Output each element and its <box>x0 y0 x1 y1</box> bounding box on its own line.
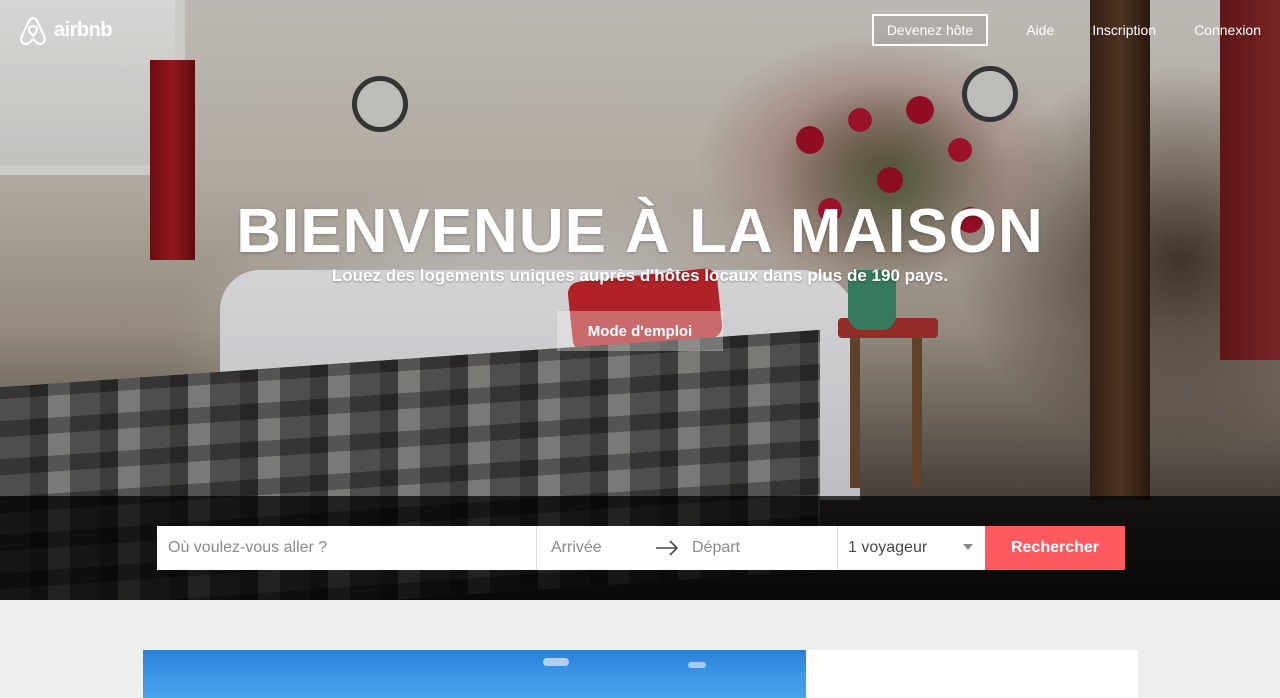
hero-subtitle: Louez des logements uniques auprès d'hôt… <box>331 266 949 285</box>
destination-placeholder: Où voulez-vous aller ? <box>168 539 328 556</box>
cloud-decor <box>543 658 569 666</box>
top-nav: Devenez hôte Aide Inscription Connexion <box>871 14 1280 46</box>
guests-select[interactable]: 1 voyageur <box>838 526 985 570</box>
how-it-works-button[interactable]: Mode d'emploi <box>557 311 723 351</box>
cloud-decor <box>688 662 706 668</box>
checkout-input[interactable]: Départ <box>692 539 740 557</box>
signup-link[interactable]: Inscription <box>1092 22 1156 38</box>
arrow-right-icon <box>656 540 679 556</box>
search-bar: Où voulez-vous aller ? Arrivée Départ 1 … <box>157 526 1125 570</box>
caret-down-icon <box>963 544 973 550</box>
logo-wordmark: airbnb <box>54 18 113 41</box>
help-link[interactable]: Aide <box>1026 22 1054 38</box>
hero-title: BIENVENUE À LA MAISON <box>236 197 1044 266</box>
featured-image[interactable] <box>143 650 806 698</box>
guests-value: 1 voyageur <box>848 539 928 556</box>
airbnb-belo-icon <box>20 16 46 46</box>
airbnb-logo[interactable]: airbnb <box>18 14 113 46</box>
checkin-input[interactable]: Arrivée <box>551 539 602 557</box>
login-link[interactable]: Connexion <box>1194 22 1261 38</box>
destination-input[interactable]: Où voulez-vous aller ? <box>157 526 537 570</box>
search-button[interactable]: Rechercher <box>985 526 1125 570</box>
date-range-field: Arrivée Départ <box>537 526 838 570</box>
become-host-button[interactable]: Devenez hôte <box>871 14 989 46</box>
featured-card <box>806 650 1138 698</box>
